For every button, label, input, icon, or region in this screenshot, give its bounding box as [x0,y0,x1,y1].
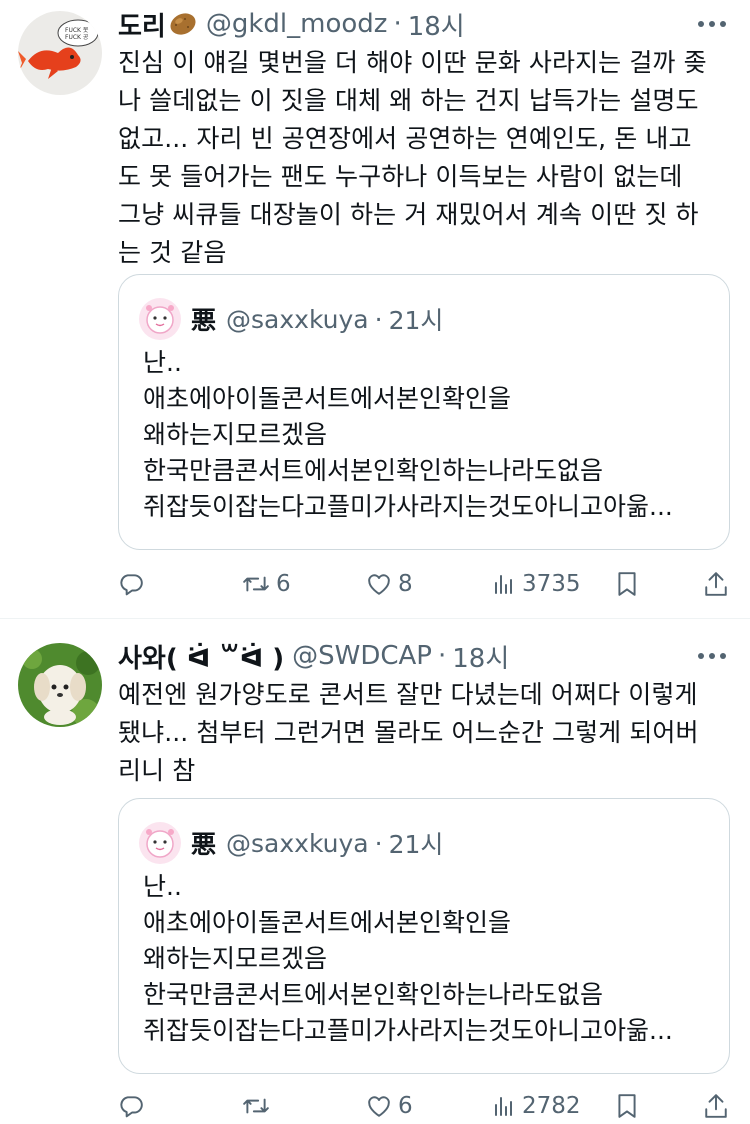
share-button[interactable] [704,1088,728,1124]
reply-button[interactable] [118,566,150,602]
quote-display-name: 悪 [191,306,217,335]
quote-handle: @saxxkuya [226,828,369,858]
user-handle[interactable]: @gkdl_moodz [206,9,388,39]
more-icon[interactable] [694,6,730,42]
avatar[interactable] [18,643,102,727]
tweet-actions: 6 2782 [118,1088,730,1124]
reply-icon [118,1093,144,1119]
heart-icon [366,572,392,596]
quote-tweet[interactable]: 悪 @saxxkuya · 21시 난.. 애초에아이돌콘서트에서본인확인을 왜… [118,798,730,1074]
like-count: 6 [398,1093,413,1119]
view-count: 2782 [522,1093,581,1119]
like-count: 8 [398,571,413,597]
bookmark-button[interactable] [616,566,638,602]
user-handle[interactable]: @SWDCAP [292,641,432,671]
tweet[interactable]: 사와( ᐛ ꒳ᐛ ) @SWDCAP · 18시 예전엔 원가양도로 콘서트 잘… [0,620,750,1119]
more-icon[interactable] [694,638,730,674]
svg-text:FUCK 못: FUCK 못 [65,27,89,34]
quote-time: 21시 [388,306,444,335]
views-button[interactable]: 3735 [492,566,581,602]
quote-avatar [139,822,181,864]
heart-icon [366,1094,392,1118]
svg-text:FUCK 공: FUCK 공 [65,34,89,41]
retweet-icon [242,571,270,597]
quote-display-name: 悪 [191,830,217,859]
quote-text: 난.. 애초에아이돌콘서트에서본인확인을 왜하는지모르겠음 한국만큼콘서트에서본… [143,348,673,521]
bookmark-icon [616,571,638,597]
bookmark-button[interactable] [616,1088,638,1124]
share-icon [704,571,728,597]
quote-avatar [139,298,181,340]
retweet-button[interactable]: 6 [242,566,291,602]
retweet-button[interactable] [242,1088,276,1124]
tweet-time[interactable]: 18시 [452,638,509,675]
share-icon [704,1093,728,1119]
quote-text: 난.. 애초에아이돌콘서트에서본인확인을 왜하는지모르겠음 한국만큼콘서트에서본… [143,872,673,1045]
reply-button[interactable] [118,1088,150,1124]
tweet-time[interactable]: 18시 [408,6,465,43]
retweet-icon [242,1093,270,1119]
reply-icon [118,571,144,597]
tweet-text: 진심 이 얘길 몇번을 더 해야 이딴 문화 사라지는 걸까 좆 나 쓸데없는 … [118,48,707,267]
quote-tweet[interactable]: 悪 @saxxkuya · 21시 난.. 애초에아이돌콘서트에서본인확인을 왜… [118,274,730,550]
tweet-header: 사와( ᐛ ꒳ᐛ ) @SWDCAP · 18시 [118,638,730,674]
separator-dot: · [374,304,383,334]
separator-dot: · [437,641,447,671]
tweet-header: 도리 @gkdl_moodz · 18시 [118,6,730,42]
share-button[interactable] [704,566,728,602]
potato-icon [168,10,198,38]
quote-handle: @saxxkuya [226,304,369,334]
retweet-count: 6 [276,571,291,597]
quote-header: 悪 @saxxkuya · 21시 [139,298,444,340]
views-button[interactable]: 2782 [492,1088,581,1124]
views-icon [492,572,516,596]
views-icon [492,1094,516,1118]
tweet-divider [0,618,750,619]
separator-dot: · [393,9,402,39]
quote-time: 21시 [388,830,444,859]
display-name[interactable]: 도리 [118,6,166,43]
like-button[interactable]: 6 [366,1088,413,1124]
separator-dot: · [374,828,383,858]
avatar[interactable]: FUCK 못 FUCK 공 [18,11,102,95]
quote-header: 悪 @saxxkuya · 21시 [139,822,444,864]
view-count: 3735 [522,571,581,597]
tweet-actions: 6 8 3735 [118,566,730,602]
bookmark-icon [616,1093,638,1119]
tweet[interactable]: FUCK 못 FUCK 공 도리 @gkdl_moodz · 18시 진심 이 … [0,0,750,618]
display-name[interactable]: 사와( ᐛ ꒳ᐛ ) [118,638,284,675]
like-button[interactable]: 8 [366,566,413,602]
tweet-text: 예전엔 원가양도로 콘서트 잘만 다녔는데 어쩌다 이렇게 됐냐... 첨부터 … [118,680,699,785]
